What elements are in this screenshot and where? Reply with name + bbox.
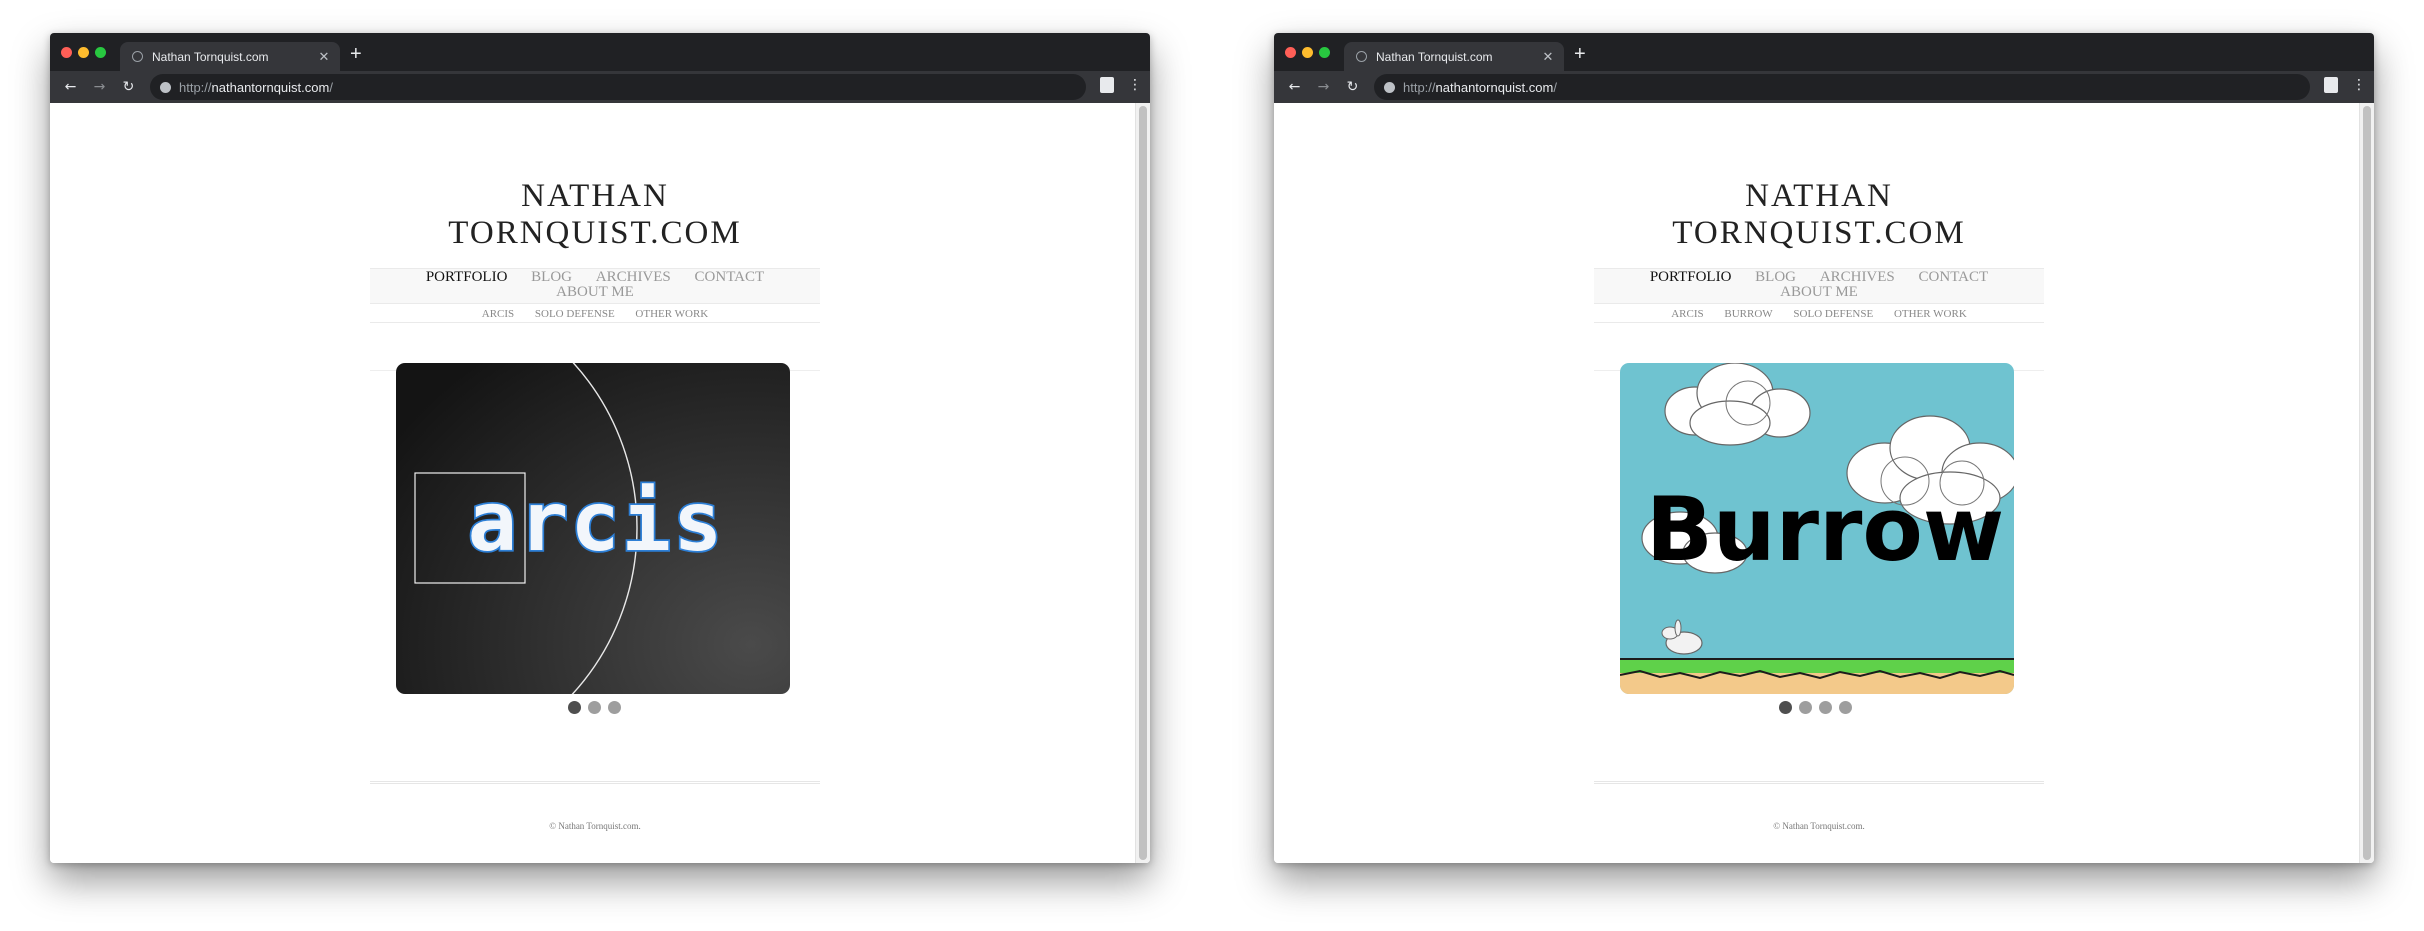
pager-dot-1[interactable] [568,701,581,714]
menu-item-about-me[interactable]: ABOUT ME [1780,285,1858,300]
submenu-item-solo-defense[interactable]: SOLO DEFENSE [535,308,615,320]
submenu-item-other-work[interactable]: OTHER WORK [635,308,708,320]
minimize-window-button[interactable] [1302,47,1313,58]
submenu-item-arcis[interactable]: ARCIS [1671,308,1703,320]
more-vert-icon[interactable]: ⋮ [1128,77,1142,93]
main-menu: PORTFOLIO BLOG ARCHIVES CONTACT ABOUT ME [1594,268,2044,304]
browser-toolbar: ← → ↻ http://nathantornquist.com / ⋮ [1274,71,2374,103]
reload-icon[interactable]: ↻ [1338,79,1367,95]
menu-item-contact[interactable]: CONTACT [1919,270,1989,285]
minimize-window-button[interactable] [78,47,89,58]
submenu-item-arcis[interactable]: ARCIS [482,308,514,320]
page-viewport: NATHAN TORNQUIST.COM PORTFOLIO BLOG ARCH… [50,103,1150,863]
address-bar[interactable]: http://nathantornquist.com / [150,74,1086,100]
reload-icon[interactable]: ↻ [114,79,143,95]
browser-window-right: Nathan Tornquist.com ✕ + ← → ↻ http://na… [1274,33,2374,863]
site-header: NATHAN TORNQUIST.COM PORTFOLIO BLOG ARCH… [370,178,820,371]
browser-toolbar: ← → ↻ http://nathantornquist.com / ⋮ [50,71,1150,103]
arcis-logo: arcis [468,475,725,570]
title-bar: Nathan Tornquist.com ✕ + [1274,33,2374,71]
sub-menu: ARCIS BURROW SOLO DEFENSE OTHER WORK [1594,304,2044,323]
back-arrow-icon[interactable]: ← [56,79,85,95]
back-arrow-icon[interactable]: ← [1280,79,1309,95]
site-header: NATHAN TORNQUIST.COM PORTFOLIO BLOG ARCH… [1594,178,2044,371]
tab-favicon-icon [132,51,143,62]
footer-copyright: © Nathan Tornquist.com. [1773,821,1865,831]
page-viewport: NATHAN TORNQUIST.COM PORTFOLIO BLOG ARCH… [1274,103,2374,863]
scrollbar[interactable] [2359,103,2374,863]
maximize-window-button[interactable] [1319,47,1330,58]
close-window-button[interactable] [1285,47,1296,58]
menu-item-contact[interactable]: CONTACT [695,270,765,285]
maximize-window-button[interactable] [95,47,106,58]
url-path: / [1553,79,1557,95]
more-vert-icon[interactable]: ⋮ [2352,77,2366,93]
menu-item-blog[interactable]: BLOG [531,270,572,285]
menu-item-archives[interactable]: ARCHIVES [596,270,671,285]
submenu-item-other-work[interactable]: OTHER WORK [1894,308,1967,320]
forward-arrow-icon[interactable]: → [1309,79,1338,95]
pager-dot-4[interactable] [1839,701,1852,714]
pager-dot-2[interactable] [588,701,601,714]
main-menu: PORTFOLIO BLOG ARCHIVES CONTACT ABOUT ME [370,268,820,304]
pager-dot-1[interactable] [1779,701,1792,714]
new-tab-plus-icon[interactable]: + [350,43,362,66]
site-title[interactable]: NATHAN TORNQUIST.COM [370,178,820,252]
browser-tab[interactable]: Nathan Tornquist.com ✕ [120,42,340,71]
url-host: nathantornquist.com [1435,79,1554,95]
address-bar[interactable]: http://nathantornquist.com / [1374,74,2310,100]
menu-item-blog[interactable]: BLOG [1755,270,1796,285]
browser-window-left: Nathan Tornquist.com ✕ + ← → ↻ http://na… [50,33,1150,863]
menu-item-about-me[interactable]: ABOUT ME [556,285,634,300]
menu-item-portfolio[interactable]: PORTFOLIO [1650,270,1732,285]
extension-icon[interactable] [1100,77,1114,93]
pager-dot-3[interactable] [1819,701,1832,714]
url-protocol: http:// [1403,79,1436,95]
forward-arrow-icon[interactable]: → [85,79,114,95]
slide-pager [1779,701,1852,714]
footer-copyright: © Nathan Tornquist.com. [549,821,641,831]
site-title[interactable]: NATHAN TORNQUIST.COM [1594,178,2044,252]
browser-tab[interactable]: Nathan Tornquist.com ✕ [1344,42,1564,71]
window-controls [61,47,106,58]
menu-item-archives[interactable]: ARCHIVES [1820,270,1895,285]
close-tab-icon[interactable]: ✕ [314,49,334,65]
globe-icon[interactable] [1384,81,1395,93]
submenu-item-burrow[interactable]: BURROW [1724,308,1772,320]
pager-dot-2[interactable] [1799,701,1812,714]
window-controls [1285,47,1330,58]
scrollbar-thumb[interactable] [1139,106,1147,860]
scrollbar[interactable] [1135,103,1150,863]
globe-icon[interactable] [160,81,171,93]
title-bar: Nathan Tornquist.com ✕ + [50,33,1150,71]
new-tab-plus-icon[interactable]: + [1574,43,1586,66]
burrow-logo: Burrow [1646,478,2004,581]
menu-item-portfolio[interactable]: PORTFOLIO [426,270,508,285]
sub-menu: ARCIS SOLO DEFENSE OTHER WORK [370,304,820,323]
portfolio-slide-arcis[interactable]: arcis [396,363,790,694]
tab-favicon-icon [1356,51,1367,62]
url-protocol: http:// [179,79,212,95]
portfolio-slide-burrow[interactable]: Burrow [1620,363,2014,694]
submenu-item-solo-defense[interactable]: SOLO DEFENSE [1793,308,1873,320]
footer-divider [1594,781,2044,784]
tab-title: Nathan Tornquist.com [152,49,269,64]
scrollbar-thumb[interactable] [2363,106,2371,860]
footer-divider [370,781,820,784]
extension-icon[interactable] [2324,77,2338,93]
url-host: nathantornquist.com [211,79,330,95]
slide-pager [568,701,621,714]
tab-title: Nathan Tornquist.com [1376,49,1493,64]
close-window-button[interactable] [61,47,72,58]
close-tab-icon[interactable]: ✕ [1538,49,1558,65]
pager-dot-3[interactable] [608,701,621,714]
url-path: / [329,79,333,95]
